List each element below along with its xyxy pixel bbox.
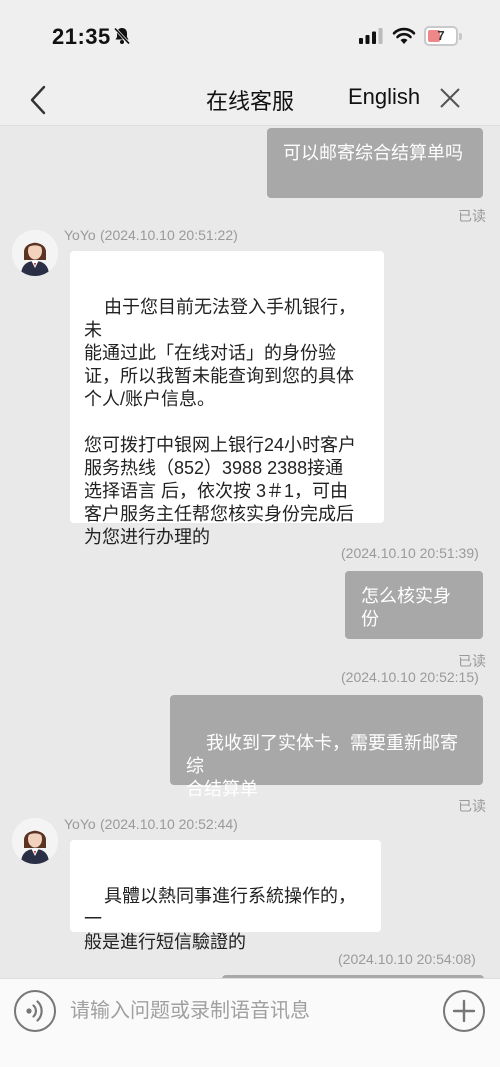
incoming-message: 具體以熱同事進行系統操作的，一 般是進行短信驗證的 bbox=[70, 840, 381, 952]
bell-slash-icon bbox=[113, 27, 131, 45]
message-timestamp: (2024.10.10 20:52:15) bbox=[341, 669, 479, 685]
sender-name: YoYo bbox=[64, 227, 96, 243]
message-input[interactable] bbox=[70, 991, 420, 1031]
message-timestamp: (2024.10.10 20:52:44) bbox=[100, 816, 238, 832]
avatar[interactable] bbox=[12, 818, 58, 864]
battery-icon: 7 bbox=[424, 26, 458, 46]
message-text: 由于您目前无法登入手机银行，未 能通过此「在线对话」的身份验 证，所以我暂未能查… bbox=[84, 297, 357, 547]
status-time: 21:35 bbox=[52, 24, 111, 49]
read-status: 已读 bbox=[458, 798, 486, 814]
page-title: 在线客服 bbox=[205, 89, 294, 114]
language-toggle-button[interactable]: English bbox=[348, 84, 420, 110]
message-timestamp: (2024.10.10 20:51:39) bbox=[341, 545, 479, 561]
home-indicator-area bbox=[0, 1042, 500, 1067]
status-bar: 21:35 7 bbox=[0, 0, 500, 74]
battery-cap bbox=[459, 33, 462, 40]
outgoing-message: 我收到了实体卡，需要重新邮寄综 合结算单 bbox=[170, 695, 483, 799]
message-timestamp: (2024.10.10 20:54:08) bbox=[338, 951, 476, 967]
message-timestamp: (2024.10.10 20:51:22) bbox=[100, 227, 238, 243]
battery-level: 7 bbox=[437, 28, 445, 43]
message-text: 怎么核实身份 bbox=[361, 586, 451, 629]
outgoing-message: 可以邮寄综合结算单吗 bbox=[267, 128, 483, 198]
read-status: 已读 bbox=[458, 208, 486, 224]
close-icon[interactable] bbox=[436, 84, 464, 112]
avatar[interactable] bbox=[12, 230, 58, 276]
nav-bar: 在线客服 English bbox=[0, 74, 500, 126]
wifi-icon bbox=[392, 27, 416, 44]
message-text: 可以邮寄综合结算单吗 bbox=[283, 143, 463, 163]
read-status: 已读 bbox=[458, 653, 486, 669]
message-text: 具體以熱同事進行系統操作的，一 般是進行短信驗證的 bbox=[84, 886, 357, 952]
outgoing-message: 怎么核实身份 bbox=[345, 571, 483, 639]
input-bar bbox=[0, 978, 500, 1042]
chat-area[interactable]: 可以邮寄综合结算单吗 已读 YoYo (2024.10.10 20:51:22)… bbox=[0, 126, 500, 978]
sender-name: YoYo bbox=[64, 816, 96, 832]
message-text: 我收到了实体卡，需要重新邮寄综 合结算单 bbox=[186, 733, 459, 799]
signal-icon bbox=[359, 28, 383, 44]
agent-avatar-icon bbox=[12, 818, 58, 864]
agent-avatar-icon bbox=[12, 230, 58, 276]
plus-circle-icon[interactable] bbox=[442, 989, 486, 1033]
voice-icon[interactable] bbox=[13, 989, 57, 1033]
incoming-message: 由于您目前无法登入手机银行，未 能通过此「在线对话」的身份验 证，所以我暂未能查… bbox=[70, 251, 384, 547]
